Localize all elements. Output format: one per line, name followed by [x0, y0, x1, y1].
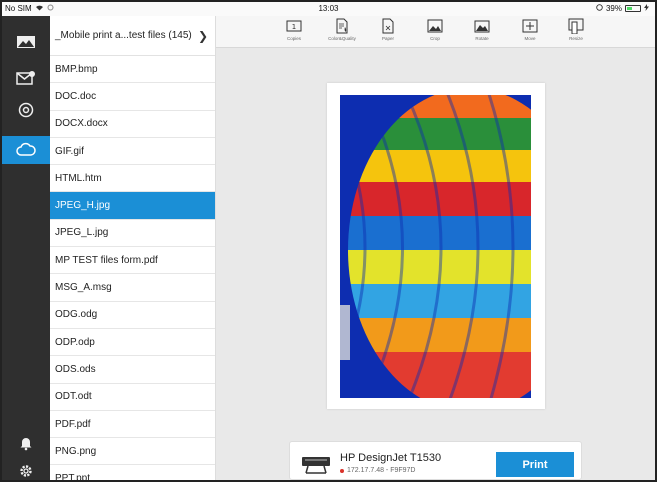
print-preview-page	[327, 83, 545, 409]
printer-address: 172.17.7.48 - F9F97D	[347, 467, 416, 474]
rotate-button[interactable]: Rotate	[460, 18, 504, 46]
status-bar: No SIM 13:03 39%	[2, 2, 655, 16]
file-list-item[interactable]: ODT.odt	[50, 384, 215, 411]
printer-card: HP DesignJet T1530 172.17.7.48 - F9F97D …	[289, 441, 582, 480]
file-name: DOCX.docx	[55, 118, 108, 130]
app-frame: No SIM 13:03 39% _Mobile print a...test …	[0, 0, 657, 482]
color-quality-button[interactable]: Color&Quality	[320, 18, 364, 46]
file-rows: BMP.bmp DOC.doc DOCX.docx GIF.gif HTML.htm JP…	[50, 56, 215, 480]
charging-icon	[644, 4, 649, 13]
rotate-label: Rotate	[475, 36, 489, 41]
file-list-item[interactable]: ODS.ods	[50, 356, 215, 384]
file-name: PDF.pdf	[55, 418, 91, 430]
rail-photos-button[interactable]	[2, 28, 50, 56]
file-list-item[interactable]: MSG_A.msg	[50, 274, 215, 302]
resize-icon	[568, 18, 584, 34]
file-list-panel: _Mobile print a...test files (145) ❯ BMP…	[50, 16, 216, 480]
color-quality-icon	[336, 18, 348, 34]
file-name: PNG.png	[55, 445, 97, 457]
paper-label: Paper	[381, 36, 394, 41]
printer-icon	[302, 457, 330, 474]
crop-button[interactable]: Crop	[413, 18, 457, 46]
copies-button[interactable]: 1 Copies	[272, 18, 316, 46]
resize-label: Resize	[569, 36, 583, 41]
file-list-item[interactable]: ODP.odp	[50, 329, 215, 357]
status-time: 13:03	[318, 4, 339, 13]
file-name: ODS.ods	[55, 363, 96, 375]
file-name: ODP.odp	[55, 336, 95, 348]
printer-status-dot	[340, 468, 344, 473]
hot-air-balloon-image	[340, 95, 531, 398]
rail-settings-button[interactable]	[2, 457, 50, 482]
bell-icon	[20, 438, 32, 451]
edit-toolbar: 1 Copies Color&Quality Paper Crop Rotate	[216, 16, 655, 48]
file-name: PPT.ppt	[55, 473, 91, 480]
file-name: JPEG_L.jpg	[55, 227, 109, 239]
file-name: MP TEST files form.pdf	[55, 254, 158, 266]
paper-button[interactable]: Paper	[366, 18, 410, 46]
battery-percent: 39%	[605, 4, 622, 13]
file-name: DOC.doc	[55, 90, 97, 102]
file-list-item[interactable]: HTML.htm	[50, 165, 215, 193]
photos-icon	[17, 36, 35, 48]
rail-cloud-button[interactable]	[2, 136, 50, 164]
chevron-right-icon: ❯	[197, 28, 208, 43]
battery-icon	[625, 5, 641, 12]
crop-label: Crop	[430, 36, 440, 41]
email-icon	[16, 71, 35, 85]
move-label: Move	[524, 36, 536, 41]
rail-network-button[interactable]	[2, 96, 50, 124]
file-list-item[interactable]: MP TEST files form.pdf	[50, 247, 215, 275]
file-name: ODG.odg	[55, 309, 98, 321]
file-list-item[interactable]: BMP.bmp	[50, 56, 215, 84]
file-list-item[interactable]: PPT.ppt	[50, 465, 215, 480]
move-icon	[522, 19, 538, 33]
status-right: 39%	[596, 4, 649, 13]
file-list-item[interactable]: GIF.gif	[50, 138, 215, 166]
printer-name[interactable]: HP DesignJet T1530	[340, 452, 441, 464]
file-name: BMP.bmp	[55, 63, 98, 75]
network-icon	[18, 102, 34, 118]
copies-count: 1	[292, 23, 296, 31]
file-list-item[interactable]: JPEG_H.jpg	[50, 192, 215, 220]
file-list-item[interactable]: ODG.odg	[50, 302, 215, 329]
file-name: HTML.htm	[55, 172, 102, 184]
file-list-item[interactable]: DOC.doc	[50, 83, 215, 111]
crop-icon	[427, 19, 443, 33]
preview-area: 1 Copies Color&Quality Paper Crop Rotate	[216, 16, 655, 480]
file-list-item[interactable]: DOCX.docx	[50, 111, 215, 138]
rail-notifications-button[interactable]	[2, 429, 50, 457]
printer-address-row: 172.17.7.48 - F9F97D	[340, 467, 416, 474]
file-list-item[interactable]: PNG.png	[50, 438, 215, 466]
orientation-lock-icon	[596, 4, 603, 13]
file-name: JPEG_H.jpg	[55, 200, 111, 212]
cloud-icon	[16, 142, 36, 156]
resize-button[interactable]: Resize	[554, 18, 598, 46]
color-quality-label: Color&Quality	[328, 36, 356, 41]
file-list-item[interactable]: PDF.pdf	[50, 411, 215, 439]
paper-icon	[382, 18, 394, 34]
rail-email-button[interactable]	[2, 64, 50, 92]
copies-icon: 1	[286, 20, 302, 32]
preview-image	[340, 95, 531, 398]
file-list-item[interactable]: JPEG_L.jpg	[50, 220, 215, 248]
folder-title: _Mobile print a...test files (145)	[55, 30, 192, 41]
folder-header[interactable]: _Mobile print a...test files (145) ❯	[50, 16, 215, 56]
file-name: ODT.odt	[55, 391, 92, 403]
file-name: GIF.gif	[55, 145, 84, 157]
source-rail	[2, 16, 50, 480]
gear-icon	[20, 465, 32, 477]
move-button[interactable]: Move	[508, 18, 552, 46]
print-button[interactable]: Print	[496, 452, 574, 477]
file-name: MSG_A.msg	[55, 282, 112, 294]
copies-label: Copies	[286, 36, 301, 41]
rotate-icon	[474, 20, 490, 33]
